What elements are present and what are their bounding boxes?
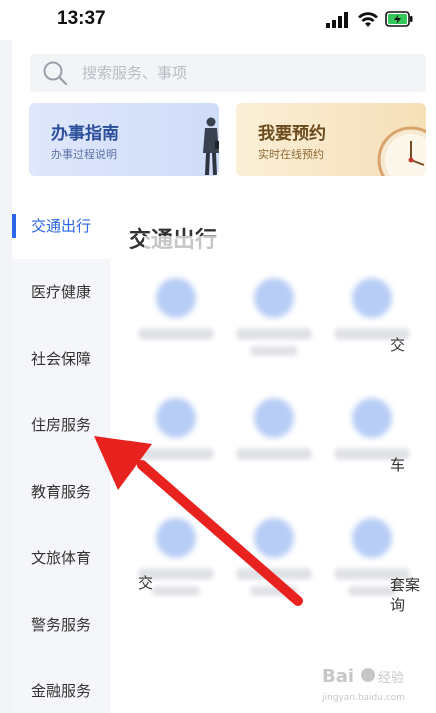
guide-card-subtitle: 办事过程说明 bbox=[51, 148, 117, 161]
service-icon bbox=[352, 398, 392, 438]
sidebar-item-police[interactable]: 警务服务 bbox=[12, 592, 110, 658]
sidebar-item-label: 医疗健康 bbox=[31, 283, 92, 301]
service-label-fragment: 交 bbox=[138, 574, 154, 592]
service-icon bbox=[156, 398, 196, 438]
service-icon bbox=[352, 518, 392, 558]
sidebar-item-label: 金融服务 bbox=[31, 682, 92, 700]
svg-text:经验: 经验 bbox=[378, 670, 404, 686]
search-icon bbox=[43, 61, 68, 86]
sidebar-item-label: 警务服务 bbox=[31, 616, 92, 634]
sidebar-item-medical[interactable]: 医疗健康 bbox=[12, 259, 110, 325]
clock-illustration-icon bbox=[377, 126, 426, 176]
sidebar-item-label: 交通出行 bbox=[31, 217, 92, 235]
left-edge-strip bbox=[0, 40, 12, 713]
guide-card-title: 办事指南 bbox=[51, 124, 119, 144]
service-label-fragment: 套案 bbox=[390, 576, 421, 594]
service-icon bbox=[254, 278, 294, 318]
guide-card[interactable]: 办事指南 办事过程说明 bbox=[29, 103, 219, 176]
status-time: 13:37 bbox=[57, 8, 106, 29]
service-icon bbox=[156, 518, 196, 558]
service-label-fragment: 交 bbox=[390, 336, 406, 354]
sidebar-item-label: 教育服务 bbox=[31, 483, 92, 501]
blurred-label bbox=[236, 328, 312, 340]
blurred-label bbox=[152, 586, 200, 596]
wifi-icon bbox=[358, 12, 378, 27]
service-icon bbox=[156, 278, 196, 318]
sidebar-item-label: 社会保障 bbox=[31, 350, 92, 368]
service-label-fragment: 车 bbox=[390, 456, 406, 474]
service-label-fragment: 询 bbox=[390, 596, 406, 614]
svg-text:jingyan.baidu.com: jingyan.baidu.com bbox=[321, 693, 405, 703]
svg-text:Bai: Bai bbox=[322, 666, 354, 687]
sidebar-item-label: 文旅体育 bbox=[31, 549, 92, 567]
status-bar: 13:37 bbox=[0, 0, 436, 40]
service-icon bbox=[352, 278, 392, 318]
businessman-illustration-icon bbox=[203, 117, 219, 175]
sidebar-item-housing[interactable]: 住房服务 bbox=[12, 392, 110, 458]
sidebar-item-transport[interactable]: 交通出行 bbox=[12, 193, 110, 259]
signal-icon bbox=[326, 12, 348, 28]
blurred-label bbox=[138, 448, 214, 460]
search-bar[interactable] bbox=[30, 54, 426, 92]
appointment-card-subtitle: 实时在线预约 bbox=[258, 148, 324, 161]
appointment-card[interactable]: 我要预约 实时在线预约 bbox=[236, 103, 426, 176]
sidebar-item-culture-sports[interactable]: 文旅体育 bbox=[12, 525, 110, 591]
sidebar-item-label: 住房服务 bbox=[31, 416, 92, 434]
appointment-card-title: 我要预约 bbox=[258, 124, 326, 144]
blurred-label bbox=[348, 586, 396, 596]
blurred-label bbox=[138, 328, 214, 340]
sidebar-item-education[interactable]: 教育服务 bbox=[12, 459, 110, 525]
search-input[interactable] bbox=[82, 54, 402, 92]
blurred-label bbox=[236, 568, 312, 580]
baidu-jingyan-watermark-icon: Bai 经验 jingyan.baidu.com bbox=[321, 666, 405, 703]
category-sidebar: 交通出行 医疗健康 社会保障 住房服务 教育服务 文旅体育 警务服务 金融服务 bbox=[12, 193, 110, 713]
sidebar-item-finance[interactable]: 金融服务 bbox=[12, 658, 110, 713]
blurred-label bbox=[250, 586, 298, 596]
blurred-label bbox=[236, 448, 312, 460]
service-icon bbox=[254, 398, 294, 438]
sidebar-item-social-security[interactable]: 社会保障 bbox=[12, 326, 110, 392]
service-icon bbox=[254, 518, 294, 558]
blurred-label bbox=[250, 346, 298, 356]
battery-charging-icon bbox=[385, 11, 413, 27]
